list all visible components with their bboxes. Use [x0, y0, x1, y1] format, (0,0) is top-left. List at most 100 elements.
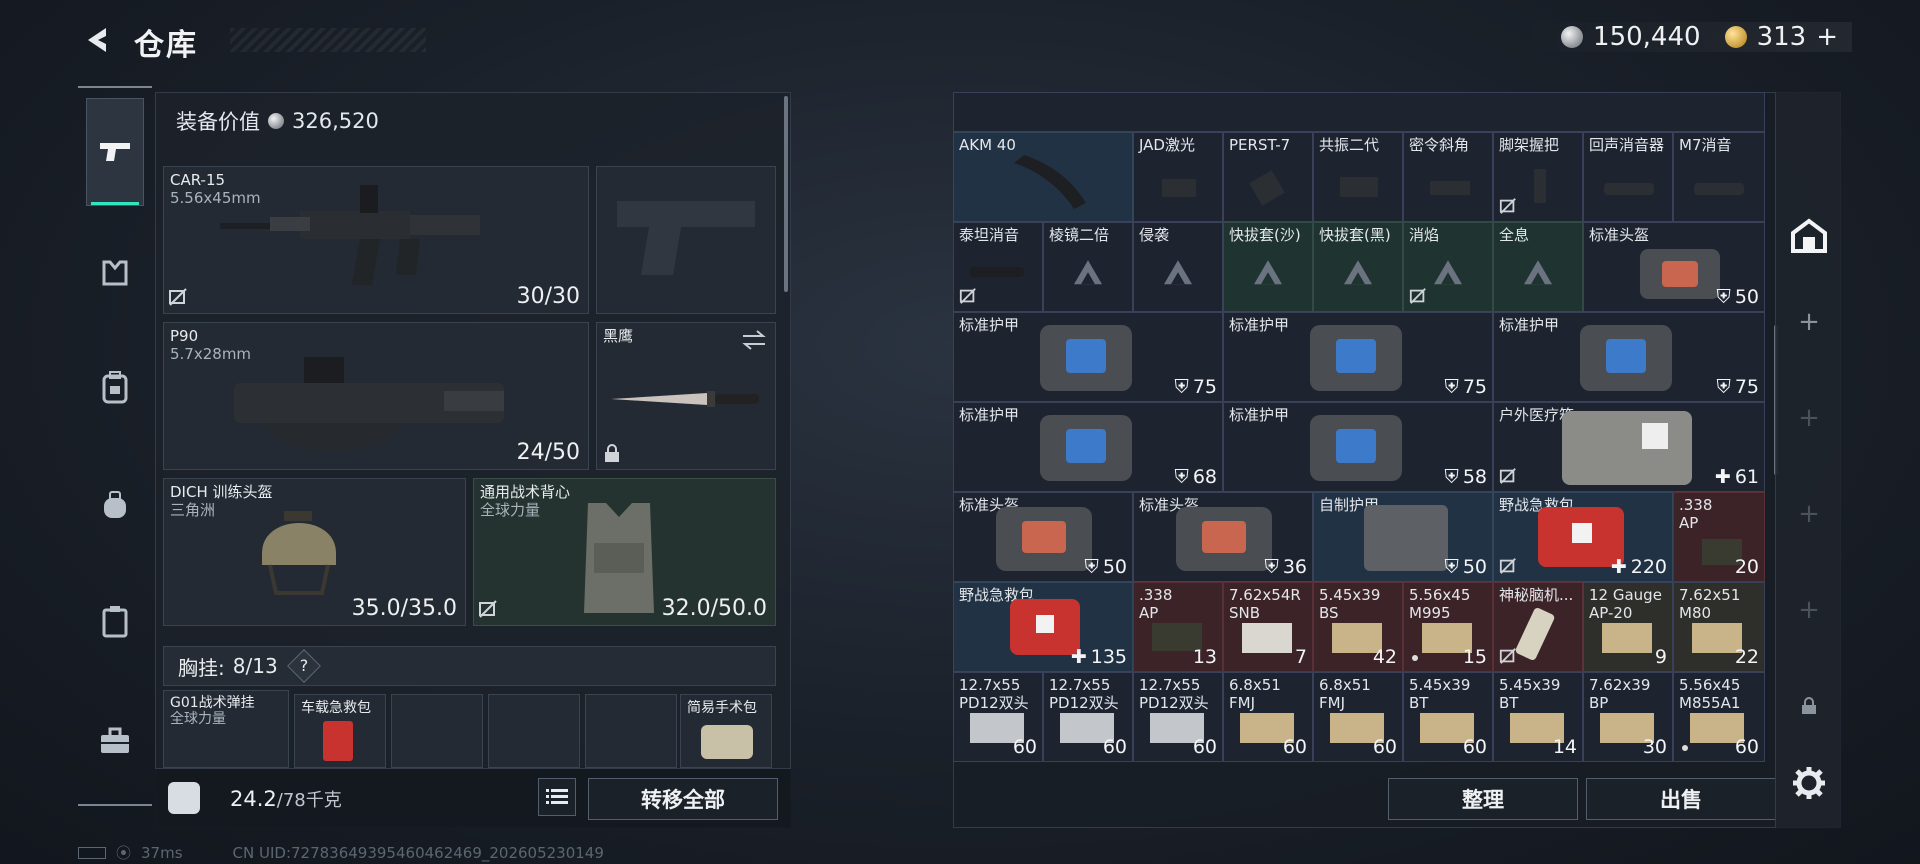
grid-item[interactable]: 5.56x45 M995 15	[1403, 582, 1493, 672]
rig-item-slot[interactable]: 车载急救包	[294, 694, 386, 768]
grid-item[interactable]: .338 AP 20	[1673, 492, 1765, 582]
magazine-icon	[1014, 155, 1086, 209]
grid-item[interactable]: 标准头盔 ⛨ 50	[1583, 222, 1765, 312]
grid-item[interactable]: 7.62x54R SNB 7	[1223, 582, 1313, 672]
grid-item[interactable]: 密令斜角	[1403, 132, 1493, 222]
rig-empty-slot[interactable]	[488, 694, 580, 768]
grid-item[interactable]: AKM 40	[953, 132, 1133, 222]
melee-slot[interactable]: 黑鹰	[596, 322, 776, 470]
nav-tab-vest[interactable]	[86, 244, 144, 302]
status-dot	[1412, 655, 1418, 661]
sort-button[interactable]: 整理	[1388, 778, 1578, 820]
nav-tab-pouch[interactable]	[86, 476, 144, 534]
grid-item-partial[interactable]	[953, 92, 1765, 132]
grid-item[interactable]: 户外医疗箱 ✚ 61	[1493, 402, 1765, 492]
grid-item[interactable]: 7.62x51 M80 22	[1673, 582, 1765, 672]
grid-item[interactable]: 12 Gauge AP-20 9	[1583, 582, 1673, 672]
grid-item[interactable]: 标准护甲 ⛨ 75	[953, 312, 1223, 402]
add-storage-tab-icon[interactable]: +	[1776, 378, 1842, 458]
grid-item[interactable]: JAD激光	[1133, 132, 1223, 222]
swap-icon[interactable]	[741, 329, 767, 351]
nav-tab-weapons[interactable]	[86, 98, 144, 206]
grid-item[interactable]: 12.7x55 PD12双头 60	[953, 672, 1043, 762]
grid-item[interactable]: 5.45x39 BT 60	[1403, 672, 1493, 762]
silver-coin-icon	[1561, 26, 1584, 48]
nav-tab-backpack[interactable]	[86, 358, 144, 416]
helmet-durability: 35.0/35.0	[351, 596, 457, 621]
grid-item[interactable]: 泰坦消音	[953, 222, 1043, 312]
rig-item-name: 车载急救包	[301, 700, 371, 716]
rig-empty-slot[interactable]	[391, 694, 483, 768]
ammo-box-icon	[1602, 623, 1652, 653]
grid-item[interactable]: 5.45x39 BT 14	[1493, 672, 1583, 762]
grid-item[interactable]: 消焰	[1403, 222, 1493, 312]
unknown-item-icon	[1074, 260, 1102, 285]
storage-tab-main[interactable]	[1776, 196, 1842, 276]
back-icon[interactable]	[78, 22, 114, 58]
grid-item[interactable]: 12.7x55 PD12双头 60	[1133, 672, 1223, 762]
settings-gear-icon[interactable]	[1792, 766, 1826, 800]
grid-item[interactable]: 棱镜二倍	[1043, 222, 1133, 312]
grid-item[interactable]: 12.7x55 PD12双头 60	[1043, 672, 1133, 762]
sidearm-slot[interactable]	[596, 166, 776, 314]
weapon-ammo: 24/50	[516, 440, 580, 465]
no-sell-icon	[1499, 198, 1516, 214]
grid-item[interactable]: 全息	[1493, 222, 1583, 312]
add-storage-tab-icon[interactable]: +	[1776, 282, 1842, 362]
grid-item[interactable]: 标准头盔 ⛨ 50	[953, 492, 1133, 582]
rig-empty-slot[interactable]	[585, 694, 677, 768]
rig-item-slot[interactable]: 简易手术包	[680, 694, 772, 768]
grid-item[interactable]: 标准护甲 ⛨ 75	[1493, 312, 1765, 402]
knife-icon	[611, 391, 759, 407]
sell-button[interactable]: 出售	[1586, 778, 1776, 820]
armor-name: 通用战术背心	[480, 483, 571, 501]
rig-slot[interactable]: G01战术弹挂 全球力量	[163, 690, 289, 768]
armor-slot[interactable]: 通用战术背心 全球力量 32.0/50.0	[473, 478, 776, 626]
nav-tab-case[interactable]	[86, 592, 144, 650]
secondary-weapon-slot[interactable]: P90 5.7x28mm 24/50	[163, 322, 589, 470]
chest-rig-label: 胸挂:	[178, 655, 225, 680]
status-dot	[1682, 745, 1688, 751]
help-icon[interactable]: ?	[286, 649, 321, 683]
grid-item[interactable]: 神秘脑机...	[1493, 582, 1583, 672]
grid-item[interactable]: 侵袭	[1133, 222, 1223, 312]
grid-item[interactable]: 野战急救包 ✚ 220	[1493, 492, 1673, 582]
transfer-all-button[interactable]: 转移全部	[588, 778, 778, 820]
grid-item[interactable]: 5.45x39 BS 42	[1313, 582, 1403, 672]
grid-item[interactable]: 7.62x39 BP 30	[1583, 672, 1673, 762]
shield-icon: ⛨	[1174, 466, 1189, 488]
grid-item[interactable]: 标准护甲 ⛨ 75	[1223, 312, 1493, 402]
grid-item[interactable]: 6.8x51 FMJ 60	[1223, 672, 1313, 762]
helmet-slot[interactable]: DICH 训练头盔 三角洲 35.0/35.0	[163, 478, 466, 626]
grid-item[interactable]: 回声消音器	[1583, 132, 1673, 222]
grid-item[interactable]: 快拔套(沙)	[1223, 222, 1313, 312]
primary-weapon-slot[interactable]: CAR-15 5.56x45mm 30/30	[163, 166, 589, 314]
equipment-scrollbar[interactable]	[784, 96, 788, 292]
grid-item[interactable]: 自制护甲 ⛨ 50	[1313, 492, 1493, 582]
nav-tab-toolbox[interactable]	[86, 712, 144, 770]
medical-box-icon	[1562, 411, 1692, 485]
grid-item[interactable]: 共振二代	[1313, 132, 1403, 222]
pistol-silhouette-icon	[617, 201, 755, 275]
equipment-value-label: 装备价值	[176, 110, 260, 134]
grid-item[interactable]: 快拔套(黑)	[1313, 222, 1403, 312]
grid-item[interactable]: 标准护甲 ⛨ 58	[1223, 402, 1493, 492]
grid-item[interactable]: 5.56x45 M855A1 60	[1673, 672, 1765, 762]
add-storage-tab-icon[interactable]: +	[1776, 570, 1842, 650]
list-view-button[interactable]	[538, 778, 576, 816]
add-gold-button[interactable]: +	[1816, 22, 1838, 52]
grid-item[interactable]: PERST-7	[1223, 132, 1313, 222]
grid-item[interactable]: M7消音	[1673, 132, 1765, 222]
locked-tab[interactable]	[1776, 666, 1842, 746]
attachment-icon	[1534, 169, 1546, 203]
add-storage-tab-icon[interactable]: +	[1776, 474, 1842, 554]
no-sell-icon	[1499, 648, 1516, 664]
grid-item[interactable]: 标准头盔 ⛨ 36	[1133, 492, 1313, 582]
grid-item[interactable]: 脚架握把	[1493, 132, 1583, 222]
grid-item[interactable]: 野战急救包 ✚ 135	[953, 582, 1133, 672]
grid-item[interactable]: 标准护甲 ⛨ 68	[953, 402, 1223, 492]
unknown-item-icon	[1164, 260, 1192, 285]
grid-item[interactable]: .338 AP 13	[1133, 582, 1223, 672]
unknown-item-icon	[1254, 260, 1282, 285]
grid-item[interactable]: 6.8x51 FMJ 60	[1313, 672, 1403, 762]
